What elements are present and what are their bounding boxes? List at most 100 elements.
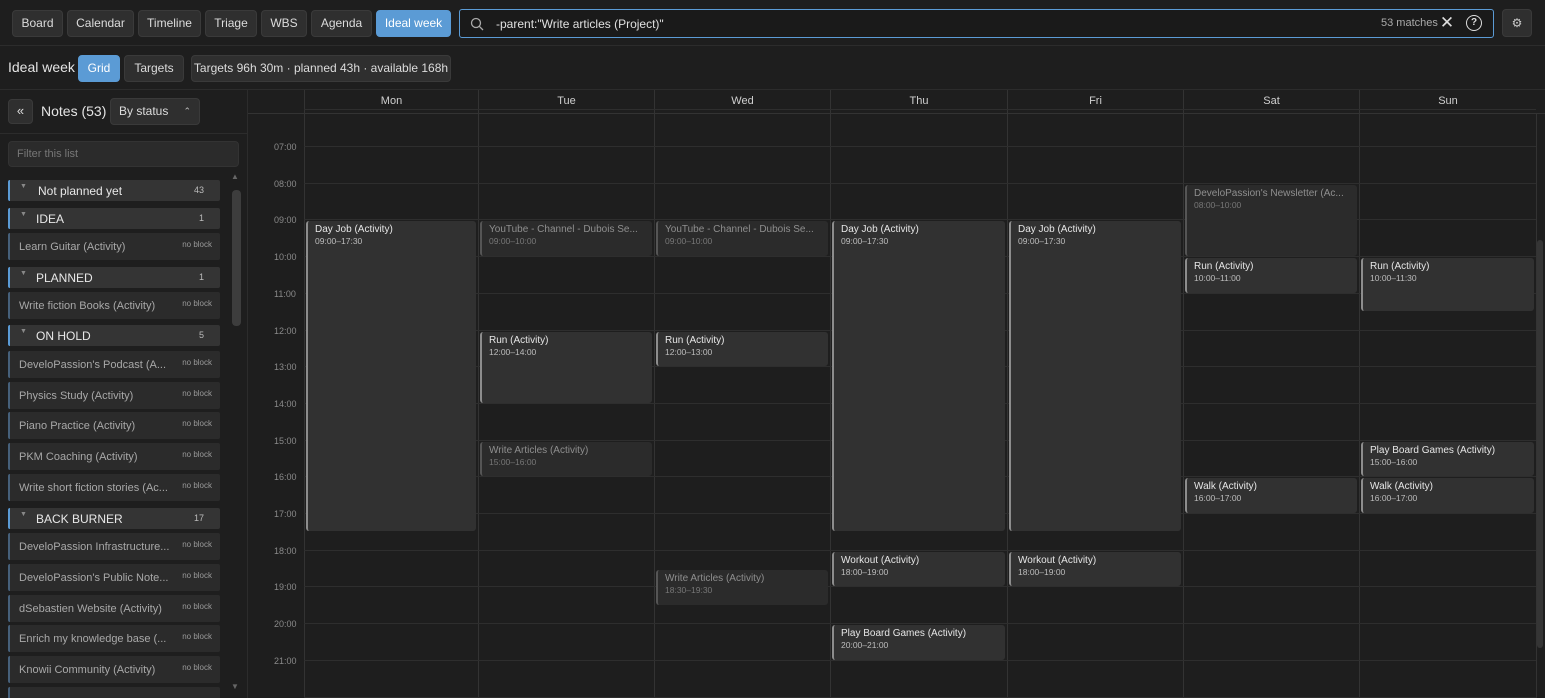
group-back-burner[interactable]: ▼ BACK BURNER 17: [8, 508, 220, 529]
tab-calendar[interactable]: Calendar: [67, 10, 134, 37]
day-header-thu: Thu: [830, 90, 1007, 114]
block-time: 12:00–14:00: [489, 346, 537, 357]
group-count: 1: [198, 272, 204, 282]
week-grid: Mon Tue Wed Thu Fri Sat Sun 07:00 08:00 09:00 10:…: [248, 90, 1545, 698]
list-item[interactable]: Knowii Community (Activity) no block: [8, 656, 220, 683]
group-planned[interactable]: ▼ PLANNED 1: [8, 267, 220, 288]
note-label: Learn Guitar (Activity): [19, 241, 126, 253]
search-input[interactable]: [496, 14, 1356, 34]
time-block[interactable]: Day Job (Activity) 09:00–17:30: [832, 221, 1005, 532]
block-title: Run (Activity): [489, 334, 549, 346]
list-item[interactable]: DeveloPassion's Public Note... no block: [8, 564, 220, 591]
group-name: IDEA: [36, 212, 65, 226]
block-status: no block: [182, 389, 212, 398]
hour-label: 17:00: [274, 509, 297, 519]
block-title: Workout (Activity): [1018, 554, 1097, 566]
block-title: Workout (Activity): [841, 554, 920, 566]
block-title: Play Board Games (Activity): [1370, 444, 1496, 456]
note-label: Piano Practice (Activity): [19, 420, 136, 432]
day-header-tue: Tue: [478, 90, 654, 114]
calendar-scrollbar[interactable]: [1537, 240, 1543, 648]
time-block[interactable]: Workout (Activity) 18:00–19:00: [1009, 551, 1181, 587]
block-time: 20:00–21:00: [841, 640, 889, 651]
tab-triage[interactable]: Triage: [205, 10, 257, 37]
tab-timeline[interactable]: Timeline: [138, 10, 201, 37]
time-block[interactable]: Workout (Activity) 18:00–19:00: [832, 551, 1005, 587]
time-block[interactable]: Run (Activity) 12:00–13:00: [656, 331, 828, 367]
time-block[interactable]: Play Board Games (Activity) 15:00–16:00: [1361, 441, 1534, 477]
time-block[interactable]: Run (Activity) 12:00–14:00: [480, 331, 652, 403]
list-item[interactable]: Write short fiction stories (Ac... no bl…: [8, 474, 220, 501]
list-item[interactable]: [8, 687, 220, 698]
block-status: no block: [182, 571, 212, 580]
list-item[interactable]: PKM Coaching (Activity) no block: [8, 443, 220, 470]
tab-board[interactable]: Board: [12, 10, 63, 37]
block-title: Write Articles (Activity): [665, 573, 765, 585]
group-on-hold[interactable]: ▼ ON HOLD 5: [8, 325, 220, 346]
time-block[interactable]: Write Articles (Activity) 18:30–19:30: [656, 570, 828, 605]
hour-label: 18:00: [274, 545, 297, 556]
list-item[interactable]: Write fiction Books (Activity) no block: [8, 292, 220, 319]
group-not-planned-yet[interactable]: ▼ Not planned yet 43: [8, 180, 220, 201]
time-block[interactable]: Day Job (Activity) 09:00–17:30: [306, 221, 476, 532]
chevron-updown-icon: ⌃: [183, 106, 191, 116]
targets-summary[interactable]: Targets 96h 30m · planned 43h · availabl…: [191, 55, 451, 82]
time-block[interactable]: YouTube - Channel - Dubois Se... 09:00–10…: [480, 221, 652, 257]
list-item[interactable]: Enrich my knowledge base (... no block: [8, 625, 220, 652]
clear-search-button[interactable]: ✕: [1438, 14, 1456, 32]
group-idea[interactable]: ▼ IDEA 1: [8, 208, 220, 229]
time-block[interactable]: Run (Activity) 10:00–11:00: [1185, 258, 1357, 293]
list-item[interactable]: DeveloPassion's Podcast (A... no block: [8, 351, 220, 378]
block-title: Play Board Games (Activity): [841, 628, 967, 640]
note-label: Write fiction Books (Activity): [19, 300, 156, 312]
tab-ideal-week[interactable]: Ideal week: [376, 10, 451, 37]
tab-agenda[interactable]: Agenda: [311, 10, 372, 37]
time-block[interactable]: Play Board Games (Activity) 20:00–21:00: [832, 625, 1005, 660]
note-label: Enrich my knowledge base (...: [19, 633, 167, 645]
day-column-divider: [654, 114, 655, 698]
block-title: Day Job (Activity): [1018, 224, 1096, 236]
collapse-sidebar-button[interactable]: «: [8, 99, 33, 124]
note-label: dSebastien Website (Activity): [19, 603, 162, 615]
time-block[interactable]: Walk (Activity) 16:00–17:00: [1185, 478, 1357, 513]
time-block[interactable]: Walk (Activity) 16:00–17:00: [1361, 478, 1534, 513]
list-item[interactable]: Learn Guitar (Activity) no block: [8, 233, 220, 260]
list-item[interactable]: Physics Study (Activity) no block: [8, 382, 220, 409]
time-block[interactable]: Write Articles (Activity) 15:00–16:00: [480, 441, 652, 477]
list-item[interactable]: Piano Practice (Activity) no block: [8, 412, 220, 439]
group-count: 43: [193, 185, 204, 195]
match-count: 53 matches: [1381, 17, 1438, 29]
time-block[interactable]: Day Job (Activity) 09:00–17:30: [1009, 221, 1181, 532]
hour-label: 10:00: [274, 252, 297, 263]
filter-input[interactable]: [8, 141, 239, 167]
block-title: Run (Activity): [1194, 261, 1254, 273]
group-count: 17: [193, 513, 204, 523]
settings-button[interactable]: ⚙: [1502, 9, 1532, 37]
block-title: Run (Activity): [1370, 261, 1430, 273]
block-title: Walk (Activity): [1194, 481, 1257, 493]
note-label: DeveloPassion Infrastructure...: [19, 541, 170, 553]
targets-button[interactable]: Targets: [124, 55, 184, 82]
block-title: YouTube - Channel - Dubois Se...: [489, 224, 638, 236]
list-item[interactable]: dSebastien Website (Activity) no block: [8, 595, 220, 622]
block-time: 09:00–17:30: [1018, 236, 1066, 247]
sidebar-scrollbar[interactable]: [232, 190, 241, 326]
list-item[interactable]: DeveloPassion Infrastructure... no block: [8, 533, 220, 560]
search-icon: [470, 17, 484, 31]
time-block[interactable]: YouTube - Channel - Dubois Se... 09:00–10…: [656, 221, 828, 257]
group-by-select[interactable]: By status ⌃: [110, 98, 200, 125]
note-label: PKM Coaching (Activity): [19, 451, 138, 463]
note-label: DeveloPassion's Podcast (A...: [19, 359, 167, 371]
time-block[interactable]: Run (Activity) 10:00–11:30: [1361, 258, 1534, 312]
tab-wbs[interactable]: WBS: [261, 10, 307, 37]
notes-title: Notes (53): [41, 103, 107, 119]
block-status: no block: [182, 419, 212, 428]
block-title: Walk (Activity): [1370, 481, 1433, 493]
help-icon[interactable]: ?: [1466, 15, 1482, 31]
scroll-up-icon[interactable]: ▲: [231, 172, 239, 181]
scroll-down-icon[interactable]: ▼: [231, 682, 239, 691]
block-time: 18:00–19:00: [1018, 566, 1066, 577]
grid-button[interactable]: Grid: [78, 55, 120, 82]
time-block[interactable]: DeveloPassion's Newsletter (Ac... 08:00–1…: [1185, 184, 1357, 257]
day-column-divider: [304, 114, 305, 698]
